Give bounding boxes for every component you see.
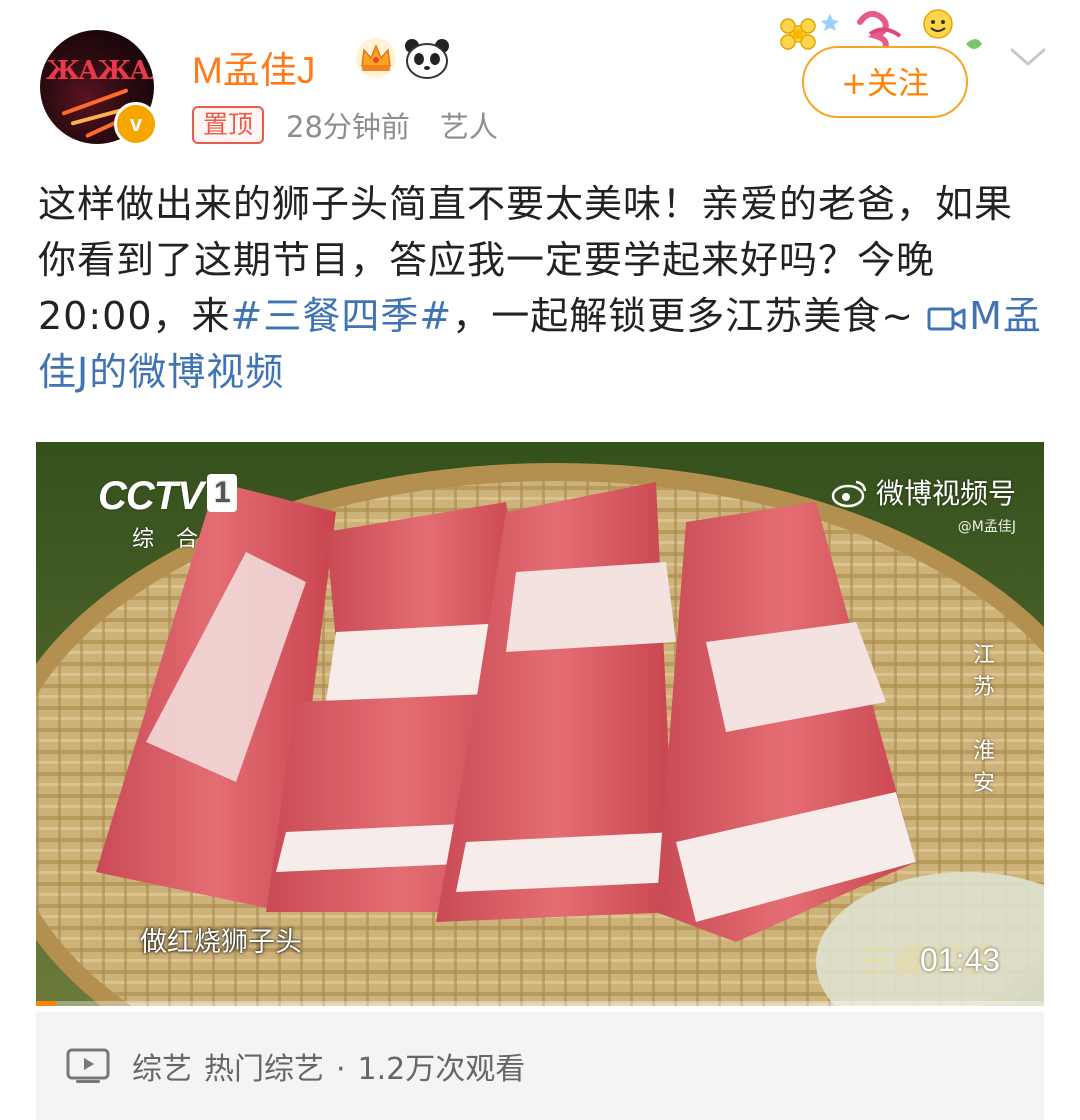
- video-category: 综艺: [132, 1052, 192, 1087]
- video-subcategory: 热门综艺: [204, 1052, 324, 1087]
- verified-badge-icon: v: [114, 102, 158, 146]
- post-time: 28分钟前: [286, 110, 410, 144]
- chevron-down-icon[interactable]: [1006, 42, 1050, 72]
- post-text-tail: ，一起解锁更多江苏美食~: [452, 294, 928, 338]
- post-header: ЖАЖАЖ v M孟佳J 置顶 28分钟前 艺人: [0, 0, 1080, 165]
- post-text: 这样做出来的狮子头简直不要太美味！亲爱的老爸，如果你看到了这期节目，答应我一定要…: [38, 176, 1048, 400]
- panda-icon: [405, 39, 449, 79]
- username[interactable]: M孟佳J: [192, 40, 315, 94]
- post-meta: 置顶 28分钟前 艺人: [192, 105, 498, 145]
- view-count: 1.2万次观看: [357, 1052, 526, 1087]
- channel-number: 1: [206, 474, 237, 512]
- weibo-icon: [831, 480, 867, 508]
- crown-icon: [356, 38, 396, 78]
- video-progress-fill: [36, 1001, 57, 1006]
- watermark-account: @M孟佳J: [957, 519, 1016, 535]
- post-source: 艺人: [439, 110, 498, 144]
- video-meta: 综艺 热门综艺 · 1.2万次观看: [132, 1044, 537, 1088]
- channel-logo: CCTV 1 综合: [98, 474, 237, 553]
- video-link-icon: [927, 307, 966, 331]
- watermark-title: 微博视频号: [875, 477, 1016, 510]
- avatar-text: ЖАЖАЖ: [46, 56, 154, 86]
- video-icon: [66, 1048, 110, 1083]
- video-subtitle: 做红烧狮子头: [140, 927, 302, 958]
- avatar[interactable]: ЖАЖАЖ v: [40, 30, 158, 146]
- channel-logo-text: CCTV: [98, 474, 204, 518]
- video-progress-bar[interactable]: [36, 1001, 1044, 1006]
- video-player[interactable]: CCTV 1 综合 微博视频号 @M孟佳J 江苏 淮安 做红烧狮子头 三餐四季 0…: [36, 442, 1044, 1006]
- follow-button[interactable]: +关注: [802, 46, 968, 118]
- video-info-bar[interactable]: 综艺 热门综艺 · 1.2万次观看: [36, 1012, 1044, 1120]
- pinned-tag: 置顶: [192, 106, 265, 144]
- hashtag-link[interactable]: #三餐四季#: [231, 294, 453, 338]
- weibo-watermark: 微博视频号 @M孟佳J: [830, 472, 1016, 536]
- location-caption: 江苏 淮安: [972, 643, 995, 796]
- video-duration: 01:43: [920, 942, 1001, 978]
- channel-subtitle: 综合: [132, 527, 221, 552]
- meta-separator: ·: [336, 1052, 346, 1087]
